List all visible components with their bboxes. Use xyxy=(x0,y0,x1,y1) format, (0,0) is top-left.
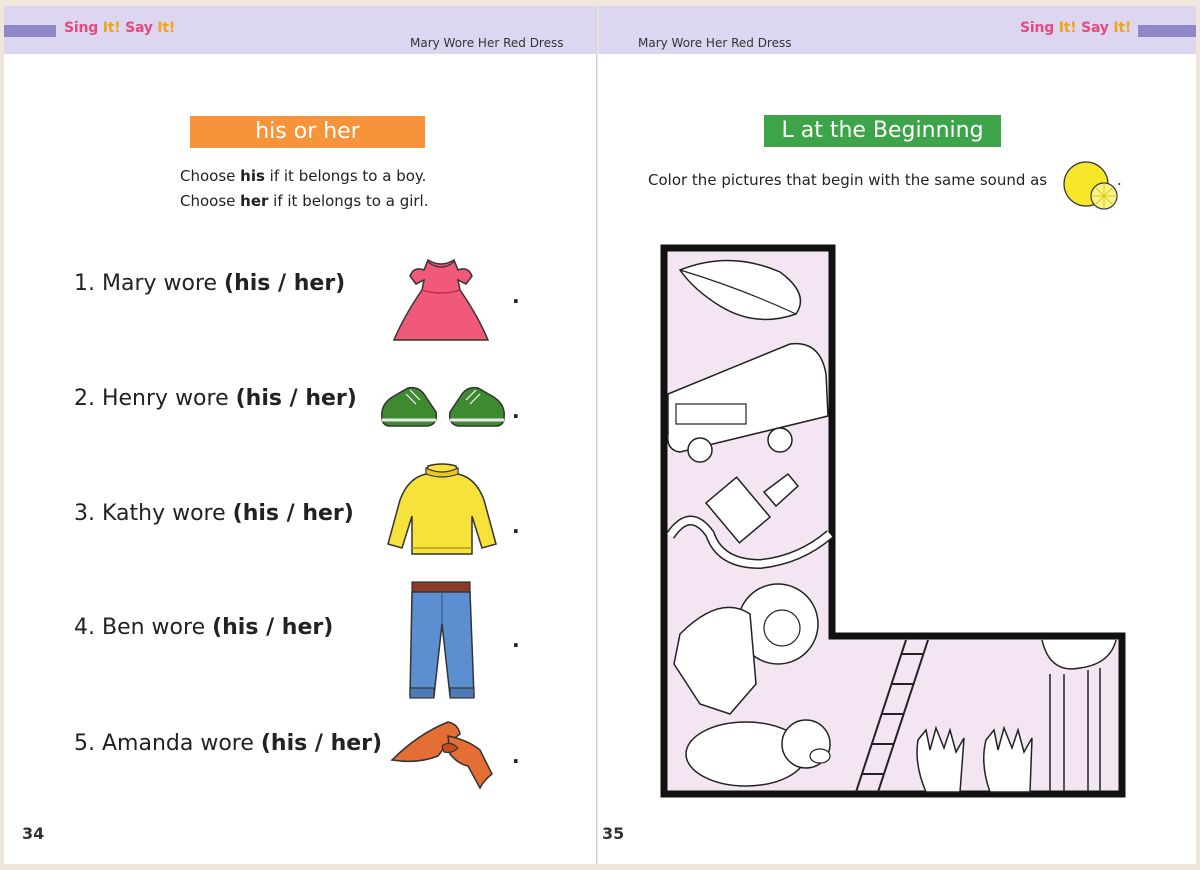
answer-period-3: . xyxy=(512,514,520,538)
instruction-line-2: Choose her if it belongs to a girl. xyxy=(180,192,429,210)
header-bar xyxy=(1138,25,1196,37)
header-bar xyxy=(4,25,56,37)
red-dress-picture xyxy=(392,258,490,341)
header-band: Mary Wore Her Red Dress Sing It! Say It! xyxy=(598,6,1196,54)
page-number: 35 xyxy=(602,824,625,843)
brand-logo: Sing It! Say It! xyxy=(1020,20,1132,36)
green-shoes-picture xyxy=(381,386,505,427)
exercise-item-4: 4. Ben wore (his / her) xyxy=(74,615,334,640)
song-title: Mary Wore Her Red Dress xyxy=(410,36,564,50)
page-title: his or her xyxy=(190,116,425,148)
answer-period-2: . xyxy=(512,399,520,423)
brand-logo: Sing It! Say It! xyxy=(64,20,176,36)
header-band: Sing It! Say It! Mary Wore Her Red Dress xyxy=(4,6,596,54)
instruction-line-1: Choose his if it belongs to a boy. xyxy=(180,167,427,185)
orange-scarf-picture xyxy=(390,721,493,790)
page-title: L at the Beginning xyxy=(764,115,1001,147)
page-34: Sing It! Say It! Mary Wore Her Red Dress… xyxy=(4,6,597,864)
exercise-item-2: 2. Henry wore (his / her) xyxy=(74,386,357,411)
instruction-period: . xyxy=(1117,171,1122,189)
page-35: Mary Wore Her Red Dress Sing It! Say It!… xyxy=(598,6,1196,864)
blue-jeans-picture xyxy=(409,581,475,699)
song-title: Mary Wore Her Red Dress xyxy=(638,36,792,50)
yellow-sweater-picture xyxy=(387,463,497,555)
letter-l-coloring-frame xyxy=(660,244,1126,798)
exercise-item-3: 3. Kathy wore (his / her) xyxy=(74,501,354,526)
answer-period-5: . xyxy=(512,744,520,768)
answer-period-1: . xyxy=(512,284,520,308)
workbook-spread: Sing It! Say It! Mary Wore Her Red Dress… xyxy=(0,0,1200,870)
instruction: Color the pictures that begin with the s… xyxy=(648,171,1048,189)
lemon-icon xyxy=(1063,161,1118,210)
exercise-item-5: 5. Amanda wore (his / her) xyxy=(74,731,383,756)
answer-period-4: . xyxy=(512,628,520,652)
instructions: Choose his if it belongs to a boy. Choos… xyxy=(180,164,429,214)
exercise-item-1: 1. Mary wore (his / her) xyxy=(74,271,346,296)
page-number: 34 xyxy=(22,824,45,843)
